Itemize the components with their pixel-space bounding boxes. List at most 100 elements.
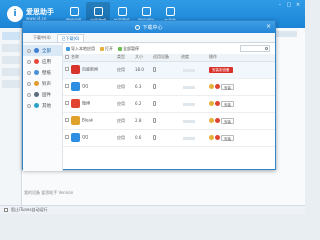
select-all-checkbox[interactable] <box>65 54 69 59</box>
device-icon <box>69 6 79 16</box>
dialog-close-icon[interactable]: × <box>266 23 271 31</box>
delete-icon[interactable] <box>215 84 220 89</box>
delete-icon[interactable] <box>215 118 220 123</box>
category-wallpapers[interactable]: 壁纸 <box>23 67 62 78</box>
category-all[interactable]: 全部 <box>23 45 62 56</box>
folder-icon[interactable] <box>209 84 214 89</box>
category-ringtones-icon <box>34 81 39 86</box>
radio-icon <box>27 70 31 75</box>
delete-icon[interactable] <box>215 101 220 106</box>
maximize-icon[interactable]: □ <box>286 3 292 8</box>
status-bar: 阻止iTunes自动运行 <box>0 205 305 214</box>
phone-icon <box>153 101 156 107</box>
app-size: 18.0 <box>133 61 151 79</box>
dialog-title-bar: 下载中心 × <box>23 21 275 33</box>
progress-bar <box>183 119 195 123</box>
app-size: 0.6 <box>133 129 151 147</box>
device-sidebar <box>0 28 22 214</box>
minimize-icon[interactable]: – <box>277 3 283 8</box>
sidebar-item[interactable] <box>2 56 20 64</box>
install-to-device-button[interactable]: 安装到设备 <box>209 66 233 73</box>
col-device: 适用设备 <box>151 54 179 62</box>
folder-icon[interactable] <box>209 118 214 123</box>
itunes-block-checkbox[interactable] <box>4 208 8 212</box>
app-logo-icon: i <box>7 6 23 22</box>
radio-icon <box>27 81 31 86</box>
category-other[interactable]: 其他 <box>23 100 62 111</box>
qq-app-icon <box>71 82 80 91</box>
table-row[interactable]: QQ 应用 6.3 安装 <box>63 78 275 96</box>
col-progress: 进度 <box>179 54 207 62</box>
close-window-icon[interactable]: × <box>295 3 301 8</box>
search-input[interactable] <box>240 45 270 52</box>
app-type: 应用 <box>115 61 133 79</box>
sidebar-item[interactable] <box>2 32 20 40</box>
pause-icon <box>118 46 122 51</box>
table-row[interactable]: 百度新闻 应用 18.0 安装到设备 <box>63 61 275 79</box>
category-apps-icon <box>34 59 39 64</box>
install-button[interactable]: 安装 <box>221 100 234 107</box>
sidebar-item[interactable] <box>2 68 20 76</box>
table-row[interactable]: Bleak 应用 2.8 安装 <box>63 112 275 130</box>
radio-icon <box>27 92 31 97</box>
install-button[interactable]: 安装 <box>221 117 234 124</box>
folder-icon[interactable] <box>209 135 214 140</box>
tab-downloaded[interactable]: 已下载(6) <box>56 34 85 42</box>
category-apps[interactable]: 应用 <box>23 56 62 67</box>
app-type: 应用 <box>115 129 133 147</box>
qq-app-icon <box>71 133 80 142</box>
import-local-app-button[interactable]: 导入本地应用 <box>66 46 95 52</box>
folder-icon <box>100 46 104 51</box>
col-action: 操作 <box>207 54 275 62</box>
row-checkbox[interactable] <box>65 101 69 105</box>
col-size: 大小 <box>133 54 151 62</box>
col-type: 类型 <box>115 54 133 62</box>
sidebar-item[interactable] <box>2 80 20 88</box>
radio-icon <box>27 59 31 64</box>
bleak-app-icon <box>71 116 80 125</box>
phone-icon <box>153 135 156 141</box>
dialog-tabs: 下载中(4) 已下载(6) <box>23 33 275 43</box>
table-row[interactable]: 微博 应用 6.2 安装 <box>63 95 275 113</box>
table-header-row: 名称 类型 大小 适用设备 进度 操作 <box>63 54 275 62</box>
download-icon <box>135 24 141 30</box>
install-button[interactable]: 安装 <box>221 134 234 141</box>
category-all-icon <box>34 48 39 53</box>
category-firmware[interactable]: 固件 <box>23 89 62 100</box>
app-name: 百度新闻 <box>82 66 98 72</box>
phone-icon <box>153 118 156 124</box>
category-ringtones[interactable]: 铃声 <box>23 78 62 89</box>
row-checkbox[interactable] <box>65 67 69 71</box>
radio-icon <box>27 103 31 108</box>
category-other-icon <box>34 103 39 108</box>
open-button[interactable]: 打开 <box>100 46 113 52</box>
download-list-area: 导入本地应用 打开 全部暂停 名称 类型 大小 适用设备 进度 操作 百度新闻 … <box>63 43 275 171</box>
row-checkbox[interactable] <box>65 135 69 139</box>
app-type: 应用 <box>115 95 133 113</box>
apps-icon <box>93 6 103 16</box>
folder-icon[interactable] <box>209 101 214 106</box>
pause-all-button[interactable]: 全部暂停 <box>118 46 139 52</box>
background-footer-text: 我的设备 爱思助手 Version <box>24 190 74 195</box>
status-text: 阻止iTunes自动运行 <box>11 207 48 212</box>
phone-icon <box>153 84 156 90</box>
app-size: 6.2 <box>133 95 151 113</box>
search-icon <box>265 47 268 50</box>
download-center-dialog: 下载中心 × 下载中(4) 已下载(6) 全部 应用 壁纸 铃声 固件 其他 导… <box>22 20 276 171</box>
row-checkbox[interactable] <box>65 118 69 122</box>
col-name: 名称 <box>69 54 115 62</box>
window-controls: – □ × <box>277 3 301 8</box>
tab-downloading[interactable]: 下载中(4) <box>29 34 55 42</box>
install-button[interactable]: 安装 <box>221 83 234 90</box>
row-checkbox[interactable] <box>65 84 69 88</box>
table-row[interactable]: QQ 应用 0.6 安装 <box>63 129 275 147</box>
sidebar-item[interactable] <box>2 44 20 52</box>
category-list: 全部 应用 壁纸 铃声 固件 其他 <box>23 43 63 171</box>
flash-icon <box>141 6 151 16</box>
app-type: 应用 <box>115 78 133 96</box>
delete-icon[interactable] <box>215 135 220 140</box>
toolbox-icon <box>165 6 175 16</box>
progress-bar <box>183 102 195 106</box>
app-name: QQ <box>82 83 89 89</box>
progress-bar <box>183 136 195 140</box>
